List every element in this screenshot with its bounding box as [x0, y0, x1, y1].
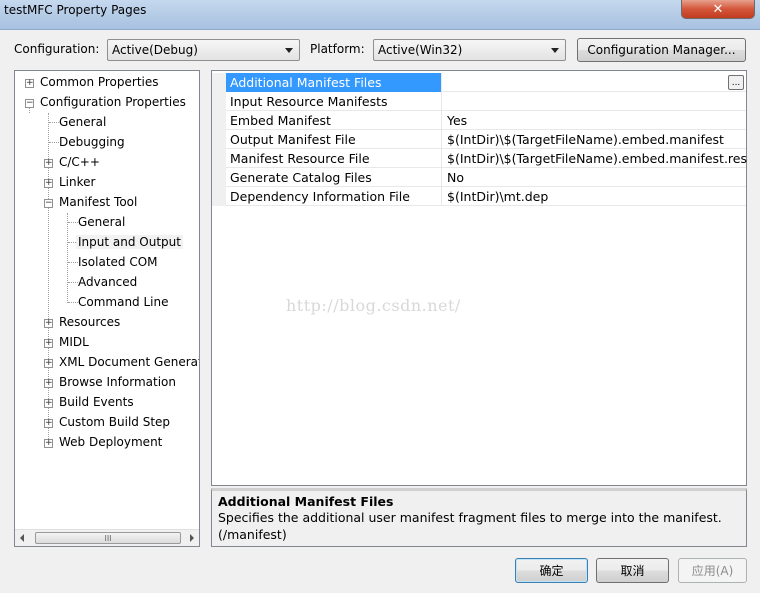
- chevron-down-icon: [551, 48, 559, 53]
- tree-connector: [49, 142, 59, 143]
- row-gutter: [212, 73, 226, 92]
- configuration-dropdown[interactable]: Active(Debug): [107, 39, 300, 61]
- horizontal-scrollbar[interactable]: III: [15, 529, 199, 546]
- tree-item-command-line[interactable]: Command Line: [78, 295, 169, 309]
- configuration-manager-button[interactable]: Configuration Manager...: [577, 38, 746, 62]
- row-gutter: [212, 187, 226, 206]
- scroll-left-icon[interactable]: [20, 534, 24, 542]
- tree-connector: [67, 213, 68, 303]
- property-name[interactable]: Dependency Information File: [226, 187, 442, 206]
- property-value[interactable]: No: [443, 168, 746, 187]
- tree-item-input-and-output[interactable]: Input and Output: [76, 235, 183, 249]
- property-name[interactable]: Manifest Resource File: [226, 149, 442, 168]
- row-gutter: [212, 92, 226, 111]
- tree-item-resources[interactable]: Resources: [59, 315, 120, 329]
- property-name[interactable]: Additional Manifest Files: [226, 73, 442, 92]
- property-value[interactable]: $(IntDir)\$(TargetFileName).embed.manife…: [443, 149, 747, 168]
- apply-button[interactable]: 应用(A): [678, 558, 747, 583]
- tree-item-linker[interactable]: Linker: [59, 175, 95, 189]
- grid-row-dependency-information-file[interactable]: Dependency Information File $(IntDir)\mt…: [212, 187, 746, 206]
- grip-icon: III: [104, 533, 112, 543]
- property-name[interactable]: Output Manifest File: [226, 130, 442, 149]
- window-title: testMFC Property Pages: [4, 3, 147, 17]
- description-text: Specifies the additional user manifest f…: [218, 510, 722, 542]
- tree-item-mt-general[interactable]: General: [78, 215, 125, 229]
- configuration-value: Active(Debug): [112, 43, 198, 57]
- tree-item-cpp[interactable]: C/C++: [59, 155, 100, 169]
- row-gutter: [212, 149, 226, 168]
- property-name[interactable]: Generate Catalog Files: [226, 168, 442, 187]
- expand-plus-icon[interactable]: +: [44, 319, 53, 328]
- grid-row-generate-catalog-files[interactable]: Generate Catalog Files No: [212, 168, 746, 187]
- tree-item-advanced[interactable]: Advanced: [78, 275, 137, 289]
- property-name[interactable]: Embed Manifest: [226, 111, 442, 130]
- tree-item-web-deployment[interactable]: Web Deployment: [59, 435, 162, 449]
- property-value[interactable]: [443, 92, 746, 111]
- tree-item-xml-document-generator[interactable]: XML Document Generat: [59, 355, 199, 369]
- expand-plus-icon[interactable]: +: [44, 399, 53, 408]
- configuration-label: Configuration:: [14, 42, 100, 56]
- scroll-right-icon[interactable]: [190, 534, 194, 542]
- grid-row-manifest-resource-file[interactable]: Manifest Resource File $(IntDir)\$(Targe…: [212, 149, 747, 168]
- cancel-button[interactable]: 取消: [596, 558, 669, 583]
- property-value[interactable]: Yes: [443, 111, 746, 130]
- description-panel: Additional Manifest Files Specifies the …: [211, 488, 747, 547]
- tree-item-common-properties[interactable]: Common Properties: [40, 75, 159, 89]
- scrollbar-thumb[interactable]: III: [35, 532, 181, 544]
- expand-plus-icon[interactable]: +: [44, 419, 53, 428]
- tree-connector: [68, 262, 78, 263]
- expand-plus-icon[interactable]: +: [44, 359, 53, 368]
- expand-plus-icon[interactable]: +: [25, 79, 34, 88]
- row-gutter: [212, 168, 226, 187]
- tree-item-isolated-com[interactable]: Isolated COM: [78, 255, 158, 269]
- grid-row-output-manifest-file[interactable]: Output Manifest File $(IntDir)\$(TargetF…: [212, 130, 746, 149]
- tree-item-build-events[interactable]: Build Events: [59, 395, 134, 409]
- browse-ellipsis-button[interactable]: ...: [728, 75, 744, 90]
- grid-row-input-resource-manifests[interactable]: Input Resource Manifests: [212, 92, 746, 111]
- property-tree[interactable]: + Common Properties − Configuration Prop…: [14, 70, 200, 547]
- expand-plus-icon[interactable]: +: [44, 159, 53, 168]
- platform-dropdown[interactable]: Active(Win32): [373, 39, 566, 61]
- property-grid[interactable]: Additional Manifest Files ... Input Reso…: [211, 70, 747, 486]
- property-value[interactable]: $(IntDir)\mt.dep: [443, 187, 746, 206]
- property-value[interactable]: [443, 73, 746, 92]
- chevron-down-icon: [285, 48, 293, 53]
- collapse-minus-icon[interactable]: −: [25, 99, 34, 108]
- expand-plus-icon[interactable]: +: [44, 439, 53, 448]
- tree-connector: [68, 282, 78, 283]
- platform-value: Active(Win32): [378, 43, 463, 57]
- property-name[interactable]: Input Resource Manifests: [226, 92, 442, 111]
- tree-connector: [68, 222, 78, 223]
- watermark: http://blog.csdn.net/: [286, 296, 461, 315]
- row-gutter: [212, 130, 226, 149]
- tree-item-debugging[interactable]: Debugging: [59, 135, 125, 149]
- grid-row-additional-manifest-files[interactable]: Additional Manifest Files ...: [212, 73, 746, 92]
- collapse-minus-icon[interactable]: −: [44, 199, 53, 208]
- tree-item-general[interactable]: General: [59, 115, 106, 129]
- expand-plus-icon[interactable]: +: [44, 339, 53, 348]
- row-gutter: [212, 111, 226, 130]
- title-bar: testMFC Property Pages ✕: [0, 0, 760, 30]
- grid-row-embed-manifest[interactable]: Embed Manifest Yes: [212, 111, 746, 130]
- tree-item-custom-build-step[interactable]: Custom Build Step: [59, 415, 170, 429]
- close-button[interactable]: ✕: [681, 0, 755, 19]
- tree-item-manifest-tool[interactable]: Manifest Tool: [59, 195, 137, 209]
- tree-item-browse-information[interactable]: Browse Information: [59, 375, 176, 389]
- expand-plus-icon[interactable]: +: [44, 179, 53, 188]
- tree-connector: [49, 122, 59, 123]
- platform-label: Platform:: [310, 42, 365, 56]
- expand-plus-icon[interactable]: +: [44, 379, 53, 388]
- ok-button[interactable]: 确定: [515, 558, 588, 583]
- property-value[interactable]: $(IntDir)\$(TargetFileName).embed.manife…: [443, 130, 746, 149]
- tree-item-midl[interactable]: MIDL: [59, 335, 89, 349]
- description-title: Additional Manifest Files: [218, 494, 394, 509]
- tree-connector: [68, 302, 78, 303]
- close-icon: ✕: [712, 1, 724, 17]
- tree-item-configuration-properties[interactable]: Configuration Properties: [40, 95, 186, 109]
